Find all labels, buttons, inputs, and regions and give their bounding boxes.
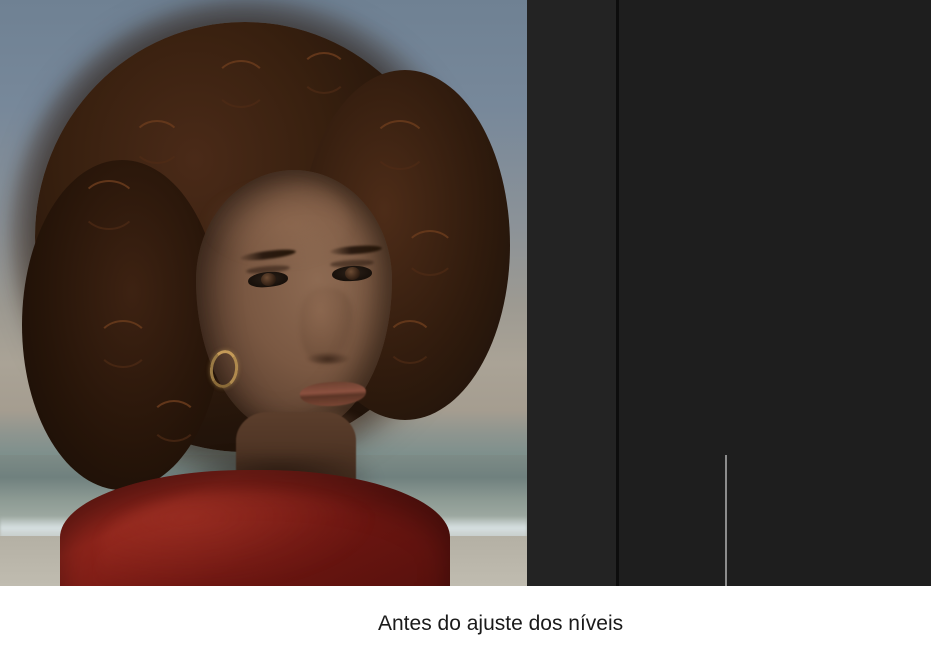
- canvas-background: [527, 0, 618, 586]
- figure-caption: Antes do ajuste dos níveis: [378, 612, 624, 635]
- hair-curl: [96, 320, 150, 368]
- callout-line: [725, 455, 727, 586]
- hair-curl: [300, 52, 348, 94]
- hair-curl: [150, 400, 198, 442]
- hair-curl: [372, 120, 428, 170]
- iris-right: [344, 266, 361, 281]
- hair-curl: [386, 320, 434, 364]
- nostrils: [306, 352, 350, 364]
- hair-curl: [80, 180, 138, 230]
- iris-left: [260, 272, 277, 287]
- hair-curl: [404, 230, 456, 276]
- hair-curl: [132, 120, 182, 164]
- photo-preview[interactable]: [0, 0, 527, 586]
- hair-curl: [214, 60, 268, 108]
- screenshot-frame: AJUSTAR › Vertical ›: [0, 0, 931, 586]
- adjust-sidebar: AJUSTAR › Vertical ›: [619, 0, 931, 586]
